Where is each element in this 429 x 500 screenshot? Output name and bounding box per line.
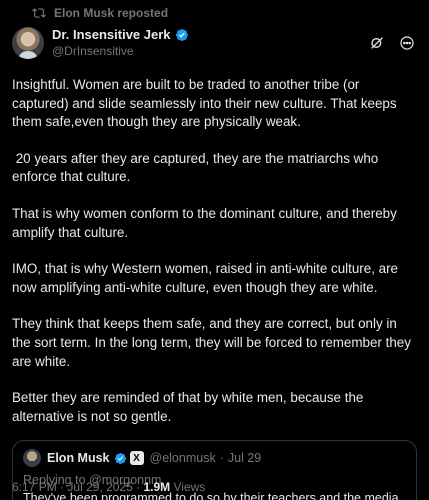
tweet: Elon Musk reposted Dr. Insensitive Jerk …: [0, 0, 429, 500]
verified-badge-icon: [114, 452, 127, 465]
separator-dot: ·: [60, 480, 65, 494]
grok-icon[interactable]: [369, 35, 385, 51]
author-display-name[interactable]: Dr. Insensitive Jerk: [52, 27, 171, 43]
tweet-paragraph: Insightful. Women are built to be traded…: [12, 77, 397, 130]
tweet-paragraph: 20 years after they are captured, they a…: [12, 150, 382, 185]
views-count[interactable]: 1.9M: [143, 480, 170, 494]
author-handle[interactable]: @DrInsensitive: [52, 43, 369, 59]
tweet-paragraph: They think that keeps them safe, and the…: [12, 316, 411, 369]
repost-label: Elon Musk reposted: [54, 6, 169, 20]
quoted-date[interactable]: Jul 29: [228, 451, 261, 465]
tweet-meta: 6:17 PM · Jul 29, 2025 · 1.9M Views: [12, 480, 205, 494]
quoted-avatar[interactable]: [23, 449, 41, 468]
avatar[interactable]: [12, 27, 44, 59]
quoted-tweet-header: Elon Musk X @elonmusk · Jul 29: [23, 449, 406, 468]
more-options-icon[interactable]: [399, 35, 415, 51]
separator-dot: ·: [219, 451, 224, 466]
repost-indicator[interactable]: Elon Musk reposted: [12, 0, 417, 26]
tweet-paragraph: IMO, that is why Western women, raised i…: [12, 261, 399, 295]
affiliate-badge-icon: X: [129, 451, 144, 466]
tweet-text: Insightful. Women are built to be traded…: [12, 76, 417, 426]
repost-icon: [32, 6, 46, 20]
tweet-paragraph: That is why women conform to the dominan…: [12, 205, 397, 240]
tweet-paragraph: Better they are reminded of that by whit…: [12, 390, 364, 424]
separator-dot: ·: [136, 480, 141, 494]
tweet-date[interactable]: Jul 29, 2025: [67, 480, 132, 494]
views-label: Views: [173, 480, 206, 494]
tweet-header: Dr. Insensitive Jerk @DrInsensitive: [12, 26, 417, 60]
author-block[interactable]: Dr. Insensitive Jerk @DrInsensitive: [52, 27, 369, 59]
quoted-author-handle[interactable]: @elonmusk: [150, 451, 216, 465]
verified-badge-icon: [175, 28, 189, 42]
tweet-time[interactable]: 6:17 PM: [12, 480, 57, 494]
quoted-author-name[interactable]: Elon Musk: [47, 451, 110, 465]
